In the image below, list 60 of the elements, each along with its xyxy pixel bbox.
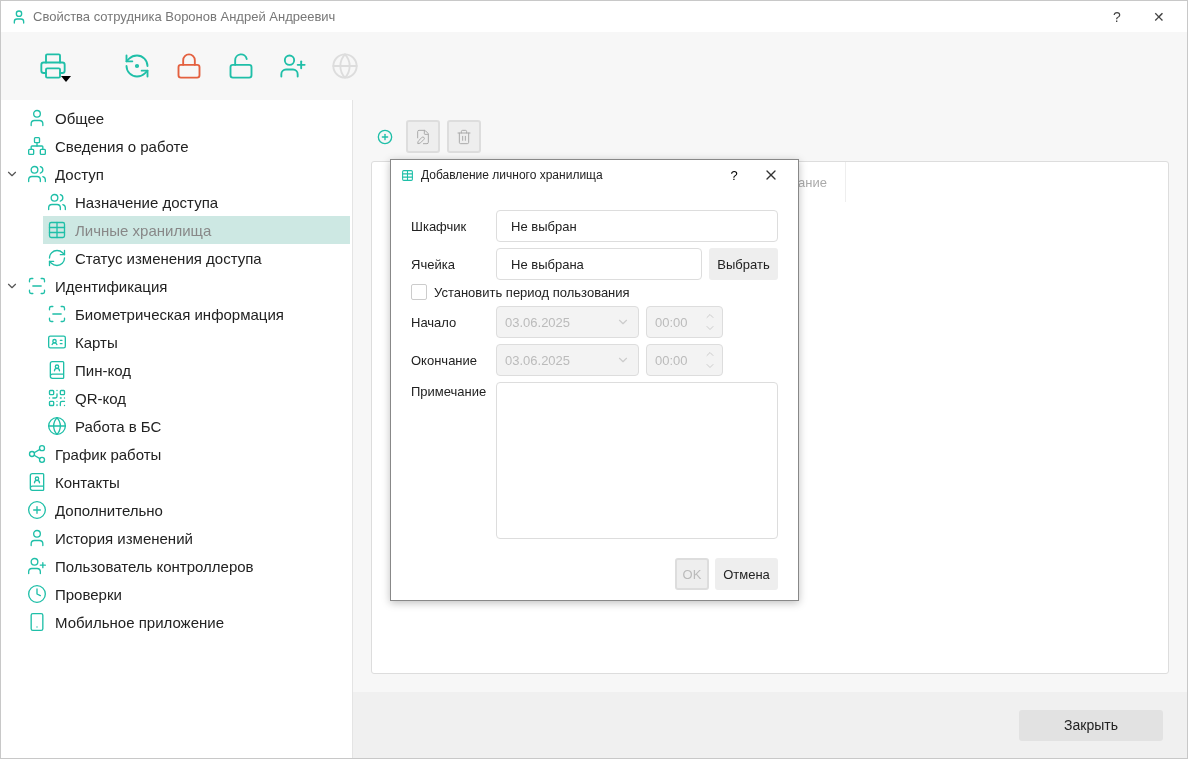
field-label: Начало xyxy=(411,314,458,330)
user-icon xyxy=(11,8,27,25)
add-button[interactable] xyxy=(377,128,393,145)
sidebar-item[interactable]: Проверки xyxy=(23,580,350,608)
plus-circle-icon xyxy=(27,500,47,520)
sidebar-item[interactable]: Назначение доступа xyxy=(43,188,350,216)
contact-book-icon xyxy=(27,472,47,492)
contact-book-icon xyxy=(47,360,67,380)
sidebar-item[interactable]: Карты xyxy=(43,328,350,356)
qr-code-icon xyxy=(47,388,67,408)
sidebar-item[interactable]: Дополнительно xyxy=(23,496,350,524)
checkbox-label: Установить период пользования xyxy=(434,284,630,300)
sidebar-item[interactable]: Общее xyxy=(23,104,350,132)
input-field[interactable]: Не выбран xyxy=(496,210,778,242)
sidebar-item[interactable]: Пользователь контроллеров xyxy=(23,552,350,580)
note-field[interactable] xyxy=(496,382,778,539)
grid-icon xyxy=(401,168,414,182)
sidebar-item[interactable]: Идентификация xyxy=(23,272,350,300)
close-button[interactable]: ✕ xyxy=(1141,7,1177,26)
field-label: Окончание xyxy=(411,352,479,368)
select-button[interactable]: Выбрать xyxy=(709,248,778,280)
sidebar-item[interactable]: Контакты xyxy=(23,468,350,496)
sidebar-item[interactable]: История изменений xyxy=(23,524,350,552)
input-field[interactable]: Не выбрана xyxy=(496,248,702,280)
field-label: Ячейка xyxy=(411,256,456,272)
hierarchy-icon xyxy=(27,136,47,156)
clock-icon xyxy=(27,584,47,604)
help-button[interactable]: ? xyxy=(1099,7,1135,26)
dialog-title: Добавление личного хранилища xyxy=(421,168,604,182)
checkbox[interactable] xyxy=(411,284,427,300)
delete-icon xyxy=(456,128,472,145)
add-user-icon xyxy=(27,556,47,576)
lock-button[interactable] xyxy=(175,52,203,80)
sidebar-item[interactable]: Сведения о работе xyxy=(23,132,350,160)
add-user-button[interactable] xyxy=(279,52,307,80)
edit-icon xyxy=(415,128,431,145)
sidebar-item[interactable]: Мобильное приложение xyxy=(23,608,350,636)
field-label: Примечание xyxy=(411,383,488,399)
refresh-icon xyxy=(47,248,67,268)
users-icon xyxy=(27,164,47,184)
sidebar-item[interactable]: QR-код xyxy=(43,384,350,412)
grid-icon xyxy=(47,220,67,240)
share-icon xyxy=(27,444,47,464)
sidebar-item[interactable]: Статус изменения доступа xyxy=(43,244,350,272)
sidebar-item[interactable]: Биометрическая информация xyxy=(43,300,350,328)
sidebar-item[interactable]: Пин-код xyxy=(43,356,350,384)
sidebar-item[interactable]: Доступ xyxy=(23,160,350,188)
scan-icon xyxy=(47,304,67,324)
field-label: Шкафчик xyxy=(411,218,468,234)
scan-icon xyxy=(27,276,47,296)
sync-lock-button[interactable] xyxy=(123,52,151,80)
sidebar-item[interactable]: График работы xyxy=(23,440,350,468)
cancel-button[interactable]: Отмена xyxy=(715,558,778,590)
close-button[interactable]: Закрыть xyxy=(1019,709,1163,741)
sidebar-item[interactable]: Работа в БС xyxy=(43,412,350,440)
window-title: Свойства сотрудника Воронов Андрей Андреевич xyxy=(33,9,337,24)
users-icon xyxy=(47,192,67,212)
help-button[interactable]: ? xyxy=(719,166,749,184)
globe-icon xyxy=(47,416,67,436)
unlock-button[interactable] xyxy=(227,52,255,80)
